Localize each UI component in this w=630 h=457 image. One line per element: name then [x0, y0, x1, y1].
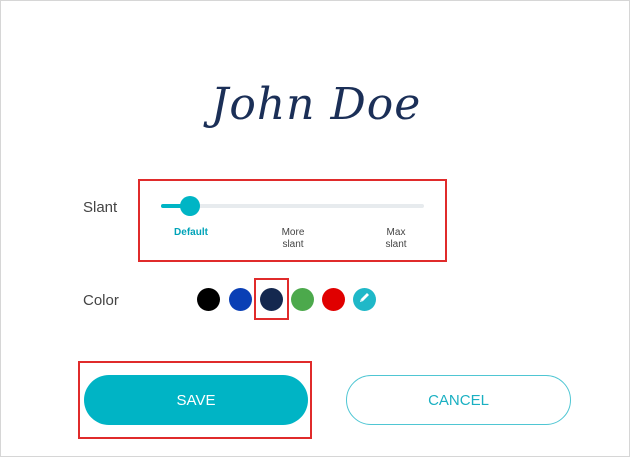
color-swatch-red[interactable] [322, 288, 345, 311]
color-swatch-green[interactable] [291, 288, 314, 311]
color-swatch-blue[interactable] [229, 288, 252, 311]
slant-option-default[interactable]: Default [161, 227, 221, 239]
slant-option-max[interactable]: Max slant [366, 227, 426, 251]
custom-color-button[interactable] [353, 288, 376, 311]
selected-color-highlight-box [254, 278, 289, 320]
signature-preview: John Doe [210, 79, 422, 130]
slant-slider-track[interactable] [161, 204, 424, 208]
slant-option-more[interactable]: More slant [263, 227, 323, 251]
color-label: Color [83, 292, 119, 309]
save-highlight-box [78, 361, 312, 439]
cancel-button[interactable]: CANCEL [346, 375, 571, 425]
color-swatch-black[interactable] [197, 288, 220, 311]
signature-dialog: John Doe Slant Default More slant Max sl… [0, 0, 630, 457]
slant-option-label: More [281, 227, 305, 238]
slant-slider-thumb[interactable] [180, 196, 200, 216]
slant-label: Slant [83, 199, 118, 216]
slant-option-label: Default [174, 227, 208, 238]
pen-icon [358, 291, 371, 309]
slant-option-sublabel: slant [282, 239, 304, 250]
slant-option-sublabel: slant [385, 239, 407, 250]
slant-option-label: Max [386, 227, 406, 238]
